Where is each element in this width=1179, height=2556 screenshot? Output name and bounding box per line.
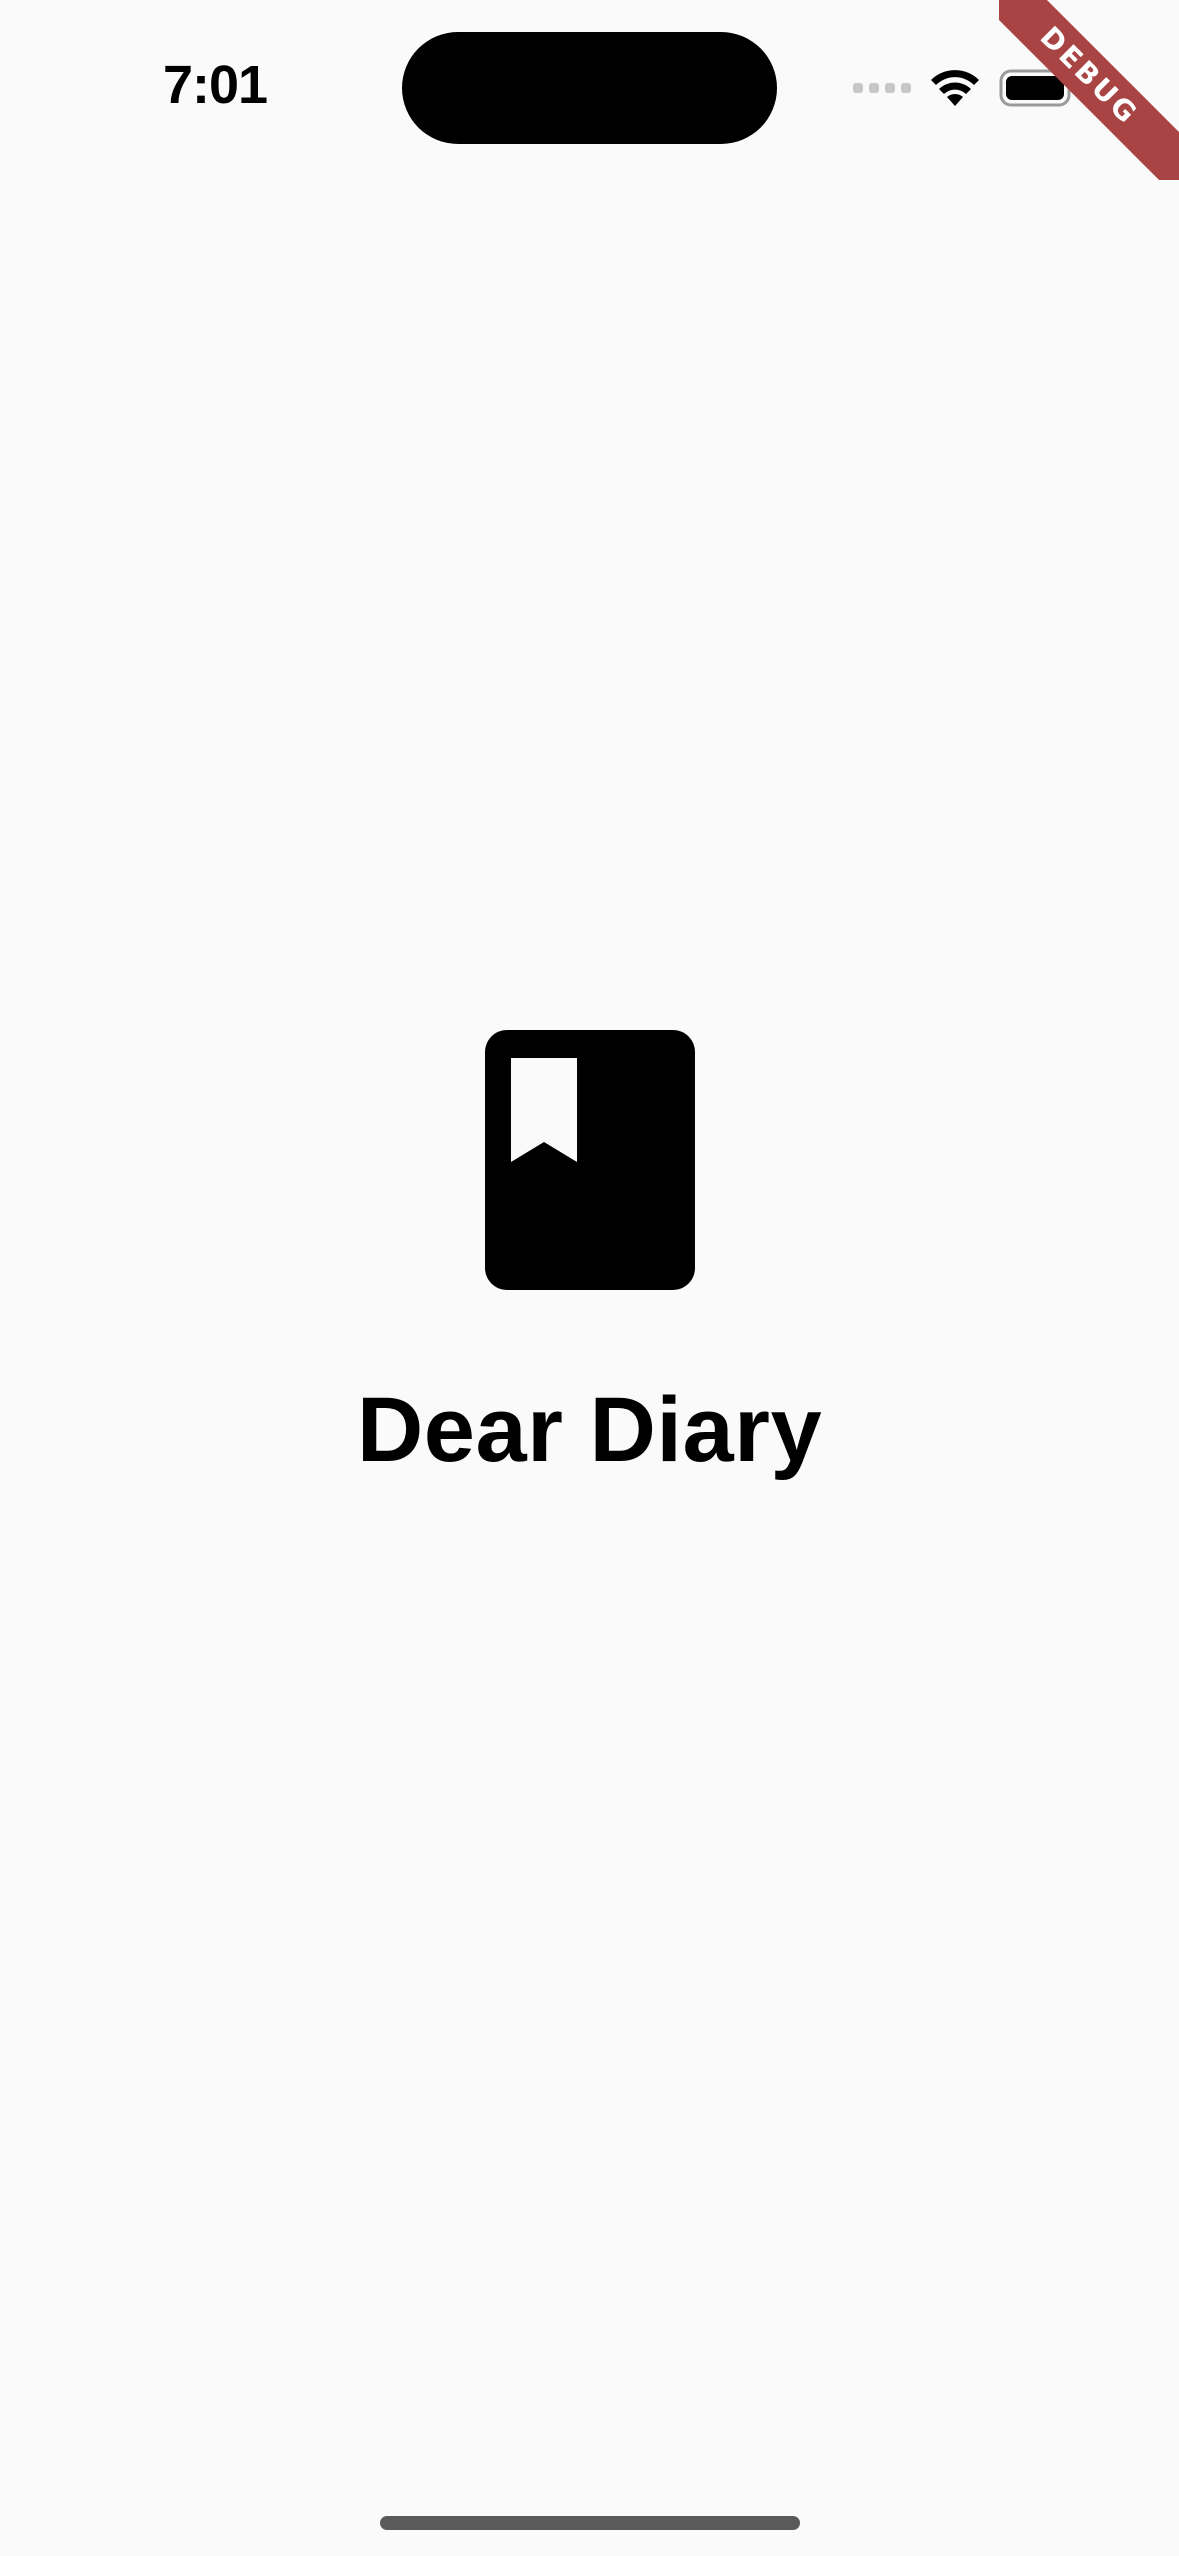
cellular-signal-icon <box>853 83 911 93</box>
dynamic-island <box>402 32 777 144</box>
status-time: 7:01 <box>163 55 268 115</box>
status-bar: 7:01 <box>0 0 1179 160</box>
splash-content: Dear Diary <box>0 1030 1179 1483</box>
book-bookmark-icon <box>484 1030 695 1290</box>
status-icons <box>853 64 1079 112</box>
wifi-icon <box>929 68 981 108</box>
battery-icon <box>999 68 1079 108</box>
app-title: Dear Diary <box>356 1379 823 1481</box>
home-indicator[interactable] <box>380 2516 800 2530</box>
